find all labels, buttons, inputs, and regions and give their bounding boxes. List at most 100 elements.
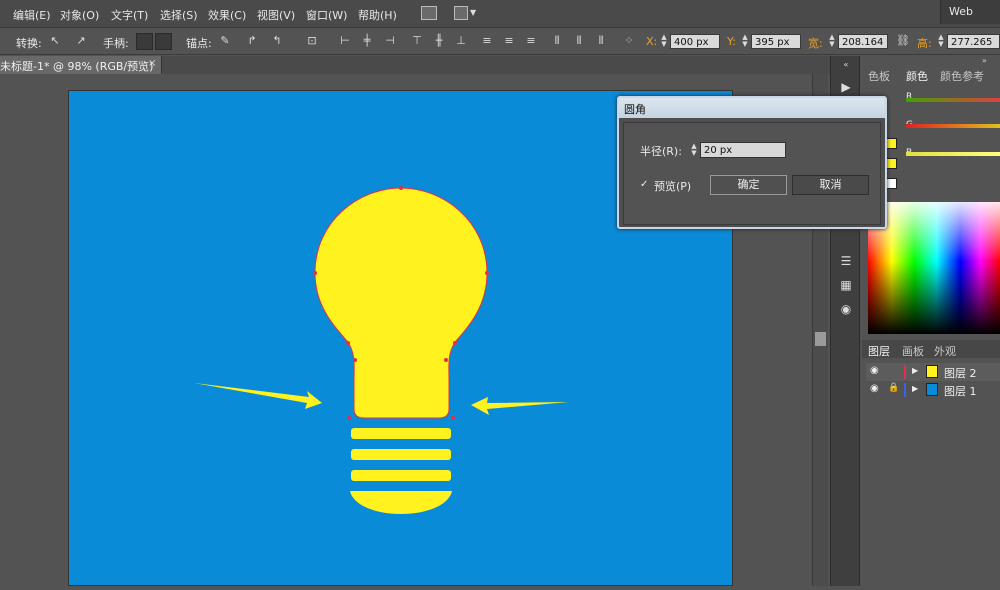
pen-anchor-icon[interactable]: ✎: [218, 34, 232, 48]
gradient-icon[interactable]: ▦: [838, 278, 854, 292]
remove-anchor-icon[interactable]: ↱: [245, 34, 259, 48]
bridge-icon[interactable]: [421, 6, 437, 20]
show-handles-button[interactable]: [136, 33, 153, 50]
distribute-center-icon[interactable]: ⫴: [572, 34, 586, 48]
eye-icon[interactable]: ◉: [870, 365, 879, 376]
cancel-button[interactable]: 取消: [792, 175, 869, 195]
y-stepper[interactable]: ▲ ▼: [741, 34, 749, 49]
lock-icon[interactable]: 🔒: [888, 383, 899, 393]
dropdown-arrow-icon[interactable]: ▼: [470, 8, 476, 17]
reference-point-icon[interactable]: ⁘: [622, 34, 636, 48]
base-cap[interactable]: [350, 491, 452, 514]
distribute-right-icon[interactable]: ⫴: [594, 34, 608, 48]
layer-row[interactable]: ◉ ▶ 图层 2: [866, 363, 1000, 381]
layer-thumbnail: [926, 383, 938, 396]
anchor-point[interactable]: [346, 341, 350, 345]
x-stepper[interactable]: ▲ ▼: [660, 34, 668, 49]
hide-handles-button[interactable]: [155, 33, 172, 50]
isolate-icon[interactable]: ⊡: [305, 34, 319, 48]
stroke-swatch[interactable]: [886, 158, 897, 169]
tab-color[interactable]: 颜色: [906, 68, 928, 84]
align-icon[interactable]: ☰: [838, 254, 854, 268]
distribute-left-icon[interactable]: ⫴: [550, 34, 564, 48]
layer-name[interactable]: 图层 1: [944, 383, 977, 399]
channel-b-slider[interactable]: [906, 152, 1000, 156]
layer-thumbnail: [926, 365, 938, 378]
transparency-icon[interactable]: ◉: [838, 302, 854, 316]
radius-input[interactable]: 20 px: [700, 142, 786, 158]
expand-arrow-icon[interactable]: ▶: [912, 366, 918, 375]
base-stripe-3[interactable]: [351, 470, 451, 481]
anchor-point[interactable]: [451, 416, 455, 420]
white-swatch[interactable]: [886, 178, 897, 189]
preview-label[interactable]: 预览(P): [654, 178, 691, 194]
align-top-icon[interactable]: ⊤: [410, 34, 424, 48]
anchor-point[interactable]: [485, 271, 489, 275]
menu-window[interactable]: 窗口(W): [306, 7, 347, 23]
width-field[interactable]: 208.164: [838, 34, 888, 49]
round-corners-dialog[interactable]: 圆角 半径(R): ▲ ▼ 20 px ✓ 预览(P) 确定 取消: [617, 96, 887, 229]
layer-name[interactable]: 图层 2: [944, 365, 977, 381]
tab-appearance[interactable]: 外观: [934, 343, 956, 359]
menu-edit[interactable]: 编辑(E): [13, 7, 51, 23]
preview-checkbox[interactable]: ✓: [640, 179, 651, 190]
tab-swatches[interactable]: 色板: [868, 68, 890, 84]
cut-path-icon[interactable]: ↰: [270, 34, 284, 48]
anchor-point[interactable]: [353, 358, 357, 362]
y-key: Y:: [727, 35, 736, 48]
anchor-point[interactable]: [444, 358, 448, 362]
tab-layers[interactable]: 图层: [868, 343, 890, 359]
align-left-icon[interactable]: ⊢: [338, 34, 352, 48]
align-center-icon[interactable]: ╪: [360, 34, 374, 48]
left-arrow[interactable]: [194, 383, 322, 409]
workspace-switcher[interactable]: Web: [940, 0, 1000, 24]
close-icon[interactable]: ×: [148, 58, 156, 69]
right-arrow[interactable]: [471, 397, 569, 415]
base-stripe-2[interactable]: [351, 449, 451, 460]
anchor-point[interactable]: [399, 186, 403, 190]
color-spectrum[interactable]: [868, 202, 1000, 334]
layer-row[interactable]: ◉ 🔒 ▶ 图层 1: [866, 381, 1000, 399]
height-field[interactable]: 277.265: [947, 34, 1000, 49]
convert-smooth-icon[interactable]: ↗: [74, 34, 88, 48]
align-middle-icon[interactable]: ╫: [432, 34, 446, 48]
menu-help[interactable]: 帮助(H): [358, 7, 397, 23]
distribute-top-icon[interactable]: ≡: [480, 34, 494, 48]
channel-r-slider[interactable]: [906, 98, 1000, 102]
eye-icon[interactable]: ◉: [870, 383, 879, 394]
x-field[interactable]: 400 px: [670, 34, 720, 49]
width-stepper[interactable]: ▲ ▼: [828, 34, 836, 49]
collapse-panels-icon[interactable]: »: [982, 56, 987, 65]
scrollbar-thumb[interactable]: [815, 332, 826, 346]
expand-arrow-icon[interactable]: ▶: [912, 384, 918, 393]
anchor-point[interactable]: [313, 271, 317, 275]
align-right-icon[interactable]: ⊣: [383, 34, 397, 48]
convert-corner-icon[interactable]: ↖: [48, 34, 62, 48]
align-bottom-icon[interactable]: ⊥: [454, 34, 468, 48]
dialog-titlebar[interactable]: 圆角: [619, 98, 885, 118]
distribute-bottom-icon[interactable]: ≡: [524, 34, 538, 48]
document-tab[interactable]: 未标题-1* @ 98% (RGB/预览) ×: [0, 56, 162, 74]
y-field[interactable]: 395 px: [751, 34, 801, 49]
collapse-dock-icon[interactable]: «: [838, 58, 854, 72]
anchor-point[interactable]: [453, 341, 457, 345]
anchor-point[interactable]: [347, 416, 351, 420]
base-stripe-1[interactable]: [351, 428, 451, 439]
radius-stepper[interactable]: ▲ ▼: [690, 143, 698, 158]
play-icon[interactable]: ▶: [838, 80, 854, 94]
channel-g-slider[interactable]: [906, 124, 1000, 128]
menu-type[interactable]: 文字(T): [111, 7, 148, 23]
arrange-documents-icon[interactable]: [454, 6, 468, 20]
height-stepper[interactable]: ▲ ▼: [937, 34, 945, 49]
link-proportions-icon[interactable]: ⛓: [896, 34, 910, 48]
distribute-middle-icon[interactable]: ≡: [502, 34, 516, 48]
fill-swatch[interactable]: [886, 138, 897, 149]
menu-object[interactable]: 对象(O): [60, 7, 99, 23]
ok-button[interactable]: 确定: [710, 175, 787, 195]
bulb-body[interactable]: [314, 187, 488, 419]
menu-view[interactable]: 视图(V): [257, 7, 295, 23]
menu-select[interactable]: 选择(S): [160, 7, 198, 23]
menu-effect[interactable]: 效果(C): [208, 7, 246, 23]
tab-artboards[interactable]: 画板: [902, 343, 924, 359]
tab-color-guide[interactable]: 颜色参考: [940, 68, 984, 84]
